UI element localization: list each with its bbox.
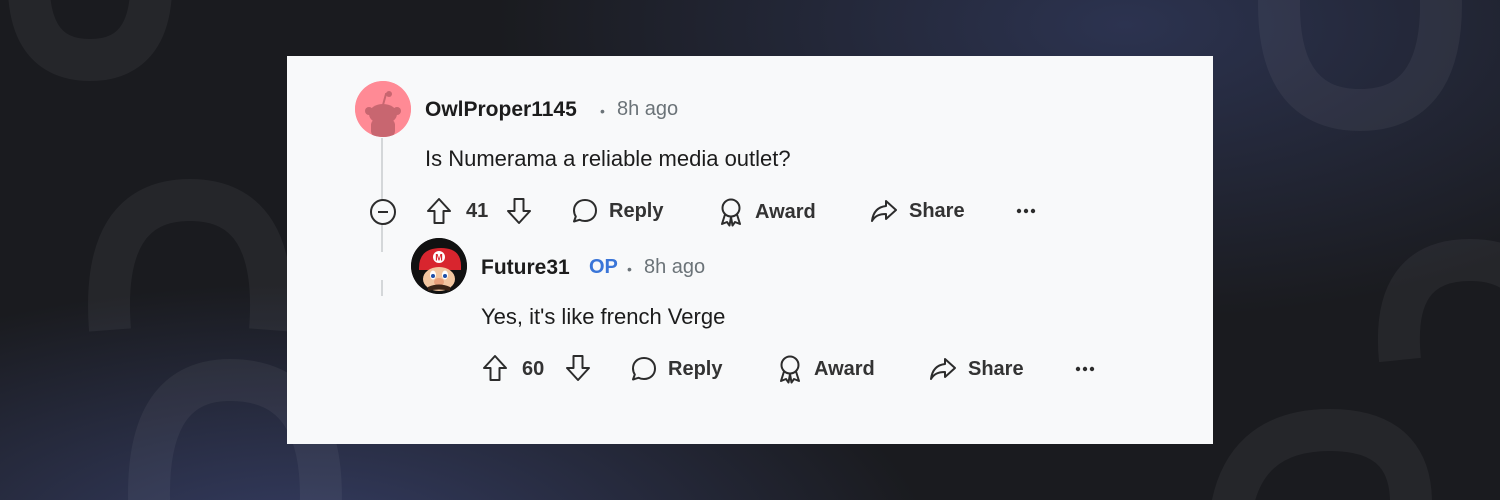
snoo-avatar-icon[interactable]	[355, 81, 411, 137]
award-label: Award	[755, 200, 816, 223]
comment-username[interactable]: Future31	[481, 256, 570, 280]
comment-body: Is Numerama a reliable media outlet?	[425, 146, 791, 171]
comment-timestamp[interactable]: 8h ago	[617, 98, 678, 121]
reply-button[interactable]: Reply	[571, 197, 663, 225]
comment-body: Yes, it's like french Verge	[481, 304, 726, 329]
share-label: Share	[968, 357, 1024, 380]
award-button[interactable]: Award	[717, 197, 816, 227]
vote-count: 41	[466, 200, 489, 222]
meta-separator: •	[600, 103, 605, 119]
upvote-button[interactable]	[481, 353, 509, 388]
mario-avatar-icon[interactable]: M	[411, 238, 467, 294]
comment-username[interactable]: OwlProper1145	[425, 98, 577, 122]
meta-separator: •	[627, 261, 632, 277]
share-label: Share	[909, 199, 965, 222]
reply-button[interactable]: Reply	[630, 355, 722, 383]
award-icon	[780, 355, 800, 384]
share-icon	[930, 358, 956, 380]
upvote-button[interactable]	[425, 196, 453, 231]
upvote-icon	[483, 355, 507, 381]
reply-icon	[573, 199, 597, 223]
reply-label: Reply	[668, 357, 723, 380]
thread-line	[381, 138, 383, 296]
op-badge: OP	[589, 256, 618, 278]
share-button[interactable]: Share	[928, 355, 1024, 383]
comment-thread-card: OwlProper1145 • 8h ago Is Numerama a rel…	[287, 56, 1213, 444]
reply-label: Reply	[609, 199, 664, 222]
vote-count: 60	[522, 358, 545, 380]
downvote-button[interactable]	[564, 353, 592, 388]
more-options-icon	[1016, 208, 1036, 214]
upvote-icon	[427, 198, 451, 224]
comment-timestamp[interactable]: 8h ago	[644, 256, 705, 279]
more-options-button[interactable]	[1015, 204, 1037, 223]
downvote-icon	[566, 355, 590, 381]
downvote-icon	[507, 198, 531, 224]
svg-text:M: M	[435, 253, 443, 263]
more-options-button[interactable]	[1074, 362, 1096, 381]
collapse-thread-button[interactable]	[369, 198, 397, 231]
award-label: Award	[814, 357, 875, 380]
reply-icon	[632, 357, 656, 381]
more-options-icon	[1075, 366, 1095, 372]
award-icon	[721, 198, 741, 227]
collapse-icon	[370, 199, 396, 225]
award-button[interactable]: Award	[776, 354, 875, 384]
share-button[interactable]: Share	[869, 197, 965, 225]
share-icon	[871, 200, 897, 222]
downvote-button[interactable]	[505, 196, 533, 231]
